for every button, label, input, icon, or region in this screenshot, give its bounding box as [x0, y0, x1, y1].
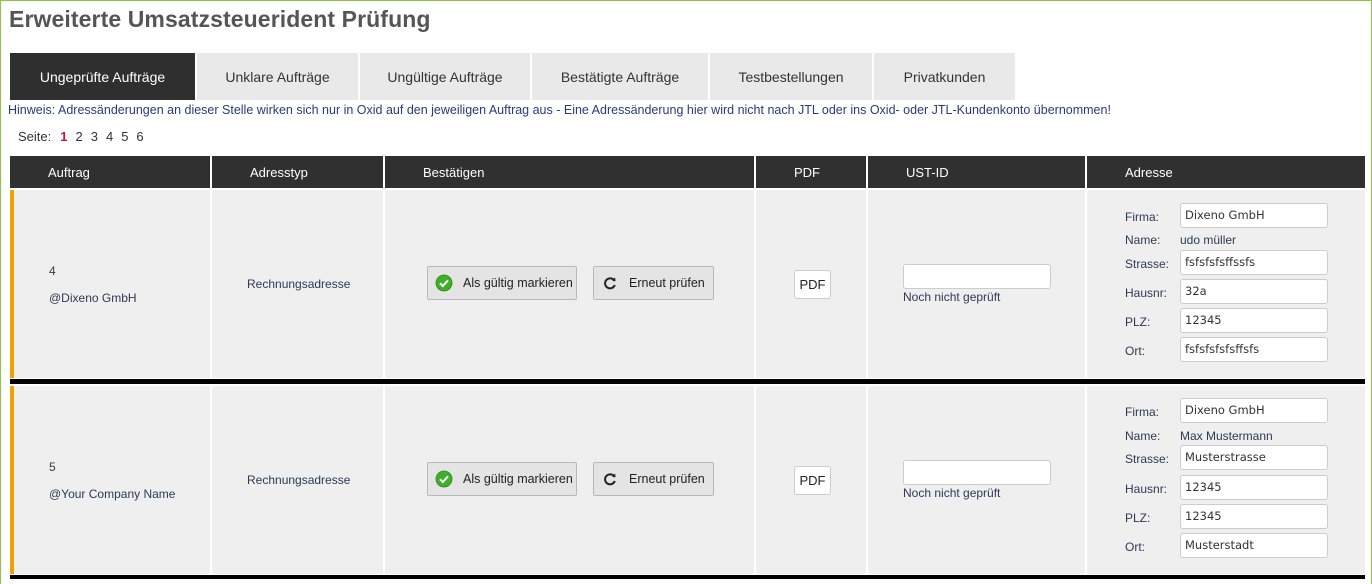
pagination-label: Seite: — [18, 129, 52, 144]
tab-unklare-auftraege[interactable]: Unklare Aufträge — [197, 53, 358, 100]
page-link-5[interactable]: 5 — [121, 129, 128, 144]
recheck-button[interactable]: Erneut prüfen — [593, 266, 714, 300]
strasse-label: Strasse: — [1125, 257, 1170, 271]
column-header-adresstyp[interactable]: Adresstyp — [212, 156, 383, 188]
strasse-field[interactable]: Musterstrasse — [1180, 445, 1328, 470]
page-link-2[interactable]: 2 — [75, 129, 82, 144]
ust-id-status: Noch nicht geprüft — [903, 290, 1001, 304]
ort-label: Ort: — [1125, 540, 1145, 554]
order-company: @Dixeno GmbH — [49, 291, 137, 305]
order-cell: 5 @Your Company Name — [10, 386, 210, 574]
address-cell: Firma: Dixeno GmbH Name: Max Mustermann … — [1087, 386, 1365, 574]
address-cell: Firma: Dixeno GmbH Name: udo müller Stra… — [1087, 190, 1365, 378]
page-link-4[interactable]: 4 — [106, 129, 113, 144]
confirm-cell: Als gültig markieren Erneut prüfen — [385, 386, 754, 574]
name-value: udo müller — [1180, 233, 1237, 247]
ust-id-input[interactable] — [903, 460, 1051, 485]
tab-bar: Ungeprüfte Aufträge Unklare Aufträge Ung… — [10, 53, 1017, 100]
page-title: Erweiterte Umsatzsteuerident Prüfung — [9, 6, 431, 32]
check-circle-icon — [435, 470, 453, 488]
confirm-cell: Als gültig markieren Erneut prüfen — [385, 190, 754, 378]
column-header-auftrag[interactable]: Auftrag — [10, 156, 210, 188]
mark-valid-button[interactable]: Als gültig markieren — [427, 266, 577, 300]
mark-valid-label: Als gültig markieren — [463, 472, 573, 486]
row-separator — [10, 379, 1365, 384]
pdf-cell: PDF — [756, 386, 866, 574]
column-header-pdf[interactable]: PDF — [756, 156, 866, 188]
column-header-ust-id[interactable]: UST-ID — [868, 156, 1085, 188]
firma-field[interactable]: Dixeno GmbH — [1180, 203, 1328, 228]
hausnr-field[interactable]: 32a — [1180, 279, 1328, 304]
page-link-3[interactable]: 3 — [91, 129, 98, 144]
name-value: Max Mustermann — [1180, 429, 1273, 443]
address-type-cell: Rechnungsadresse — [212, 190, 383, 378]
table-header: Auftrag Adresstyp Bestätigen PDF UST-ID … — [10, 156, 1365, 188]
pdf-button[interactable]: PDF — [794, 270, 831, 299]
refresh-icon — [601, 470, 619, 488]
refresh-icon — [601, 274, 619, 292]
tab-ungepruefte-auftraege[interactable]: Ungeprüfte Aufträge — [10, 53, 195, 100]
table-row: 5 @Your Company Name Rechnungsadresse Al… — [10, 386, 1365, 574]
order-id: 4 — [49, 264, 56, 278]
strasse-label: Strasse: — [1125, 452, 1170, 466]
name-label: Name: — [1125, 233, 1161, 247]
pdf-button[interactable]: PDF — [794, 466, 831, 495]
ust-id-cell: Noch nicht geprüft — [868, 190, 1085, 378]
firma-field[interactable]: Dixeno GmbH — [1180, 398, 1328, 423]
mark-valid-button[interactable]: Als gültig markieren — [427, 462, 577, 496]
ust-id-status: Noch nicht geprüft — [903, 486, 1001, 500]
column-header-bestaetigen[interactable]: Bestätigen — [385, 156, 754, 188]
name-label: Name: — [1125, 429, 1161, 443]
mark-valid-label: Als gültig markieren — [463, 276, 573, 290]
hausnr-field[interactable]: 12345 — [1180, 475, 1328, 500]
plz-field[interactable]: 12345 — [1180, 504, 1328, 529]
ust-id-input[interactable] — [903, 264, 1051, 289]
recheck-label: Erneut prüfen — [629, 276, 705, 290]
address-type-cell: Rechnungsadresse — [212, 386, 383, 574]
hausnr-label: Hausnr: — [1125, 482, 1168, 496]
ort-field[interactable]: Musterstadt — [1180, 533, 1328, 558]
order-id: 5 — [49, 460, 56, 474]
ort-field[interactable]: fsfsfsfsfsffsfs — [1180, 337, 1328, 362]
check-circle-icon — [435, 274, 453, 292]
recheck-label: Erneut prüfen — [629, 472, 705, 486]
page-link-6[interactable]: 6 — [136, 129, 143, 144]
order-company: @Your Company Name — [49, 487, 176, 501]
tab-bestaetigte-auftraege[interactable]: Bestätigte Aufträge — [532, 53, 708, 100]
hint-text: Hinweis: Adressänderungen an dieser Stel… — [8, 103, 1111, 117]
address-type: Rechnungsadresse — [247, 473, 351, 487]
address-type: Rechnungsadresse — [247, 277, 351, 291]
hausnr-label: Hausnr: — [1125, 286, 1168, 300]
pagination: Seite: 1 2 3 4 5 6 — [18, 129, 152, 144]
tab-ungueltige-auftraege[interactable]: Ungültige Aufträge — [360, 53, 530, 100]
plz-label: PLZ: — [1125, 511, 1151, 525]
strasse-field[interactable]: fsfsfsfsffssfs — [1180, 250, 1328, 275]
firma-label: Firma: — [1125, 405, 1159, 419]
plz-label: PLZ: — [1125, 315, 1151, 329]
ort-label: Ort: — [1125, 344, 1145, 358]
column-header-adresse[interactable]: Adresse — [1087, 156, 1365, 188]
tab-testbestellungen[interactable]: Testbestellungen — [710, 53, 872, 100]
pdf-cell: PDF — [756, 190, 866, 378]
firma-label: Firma: — [1125, 210, 1159, 224]
order-cell: 4 @Dixeno GmbH — [10, 190, 210, 378]
page-link-1[interactable]: 1 — [60, 129, 67, 144]
row-separator — [10, 575, 1365, 579]
plz-field[interactable]: 12345 — [1180, 308, 1328, 333]
table-row: 4 @Dixeno GmbH Rechnungsadresse Als gült… — [10, 190, 1365, 378]
tab-privatkunden[interactable]: Privatkunden — [874, 53, 1015, 100]
recheck-button[interactable]: Erneut prüfen — [593, 462, 714, 496]
ust-id-cell: Noch nicht geprüft — [868, 386, 1085, 574]
